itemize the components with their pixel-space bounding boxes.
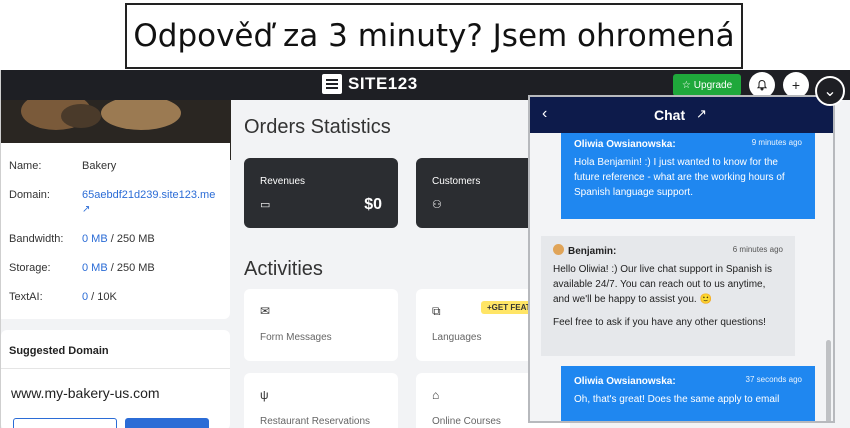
chat-scrollbar[interactable] — [826, 340, 831, 421]
chat-header: ‹ Chat ↗ — [530, 97, 833, 133]
logo-icon — [322, 74, 342, 94]
info-row-storage: Storage: 0 MB / 250 MB — [9, 262, 155, 274]
info-row-name: Name: Bakery — [9, 160, 117, 172]
envelope-icon: ✉ — [260, 304, 271, 318]
chat-message-outgoing: Oliwia Owsianowska: 9 minutes ago Hola Be… — [561, 133, 815, 219]
chat-messages[interactable]: Oliwia Owsianowska: 9 minutes ago Hola Be… — [530, 133, 833, 421]
domain-search-input[interactable] — [13, 418, 117, 428]
caption-banner: Odpověď za 3 minuty? Jsem ohromená — [125, 3, 743, 69]
bell-icon — [756, 79, 768, 91]
back-arrow-icon[interactable]: ‹ — [542, 105, 547, 123]
money-icon: ▭ — [260, 199, 271, 211]
graduation-cap-icon: ⌂ — [432, 388, 440, 402]
chevron-down-icon: ⌄ — [823, 83, 837, 100]
activities-title: Activities — [244, 258, 323, 280]
plus-icon: + — [791, 77, 801, 93]
site123-logo[interactable]: SITE123 — [322, 74, 418, 94]
translate-icon: ⧉ — [432, 304, 441, 318]
external-link-icon[interactable]: ↗ — [82, 204, 90, 215]
activity-restaurant-reservations[interactable]: ψ Restaurant Reservations — [244, 373, 398, 428]
chat-message-incoming: Benjamin: 6 minutes ago Hello Oliwia! :) … — [541, 236, 795, 356]
suggested-domain-card: Suggested Domain www.my-bakery-us.com — [1, 330, 230, 428]
external-link-icon[interactable]: ↗ — [696, 106, 707, 122]
fork-knife-icon: ψ — [260, 388, 269, 402]
chat-panel: ‹ Chat ↗ Oliwia Owsianowska: 9 minutes ag… — [528, 95, 835, 423]
domain-search-button[interactable] — [125, 418, 209, 428]
info-row-bandwidth: Bandwidth: 0 MB / 250 MB — [9, 233, 155, 245]
chat-message-outgoing: Oliwia Owsianowska: 37 seconds ago Oh, th… — [561, 366, 815, 421]
users-icon: ⚇ — [432, 199, 442, 211]
activity-form-messages[interactable]: ✉ Form Messages — [244, 289, 398, 361]
suggested-domain-value: www.my-bakery-us.com — [11, 385, 160, 401]
orders-statistics-title: Orders Statistics — [244, 116, 391, 138]
upgrade-button[interactable]: ☆ Upgrade — [673, 74, 741, 96]
website-info-card: Name: Bakery Domain: 65aebdf21d239.site123… — [1, 143, 230, 319]
domain-link[interactable]: 65aebdf21d239.site123.me — [82, 189, 215, 201]
app-frame: SITE123 ☆ Upgrade + Name: Bakery Domain: 6… — [0, 70, 850, 428]
info-row-textai: TextAI: 0 / 10K — [9, 291, 117, 303]
chat-title: Chat — [654, 107, 686, 123]
star-icon: ☆ — [681, 79, 691, 91]
upgrade-label: Upgrade — [693, 79, 733, 91]
info-row-domain: Domain: 65aebdf21d239.site123.me — [9, 189, 216, 201]
avatar — [553, 244, 564, 255]
chat-collapse-button[interactable]: ⌄ — [815, 76, 845, 106]
suggested-domain-title: Suggested Domain — [9, 345, 109, 357]
logo-text: SITE123 — [348, 74, 418, 93]
revenues-card[interactable]: Revenues ▭ $0 — [244, 158, 398, 228]
